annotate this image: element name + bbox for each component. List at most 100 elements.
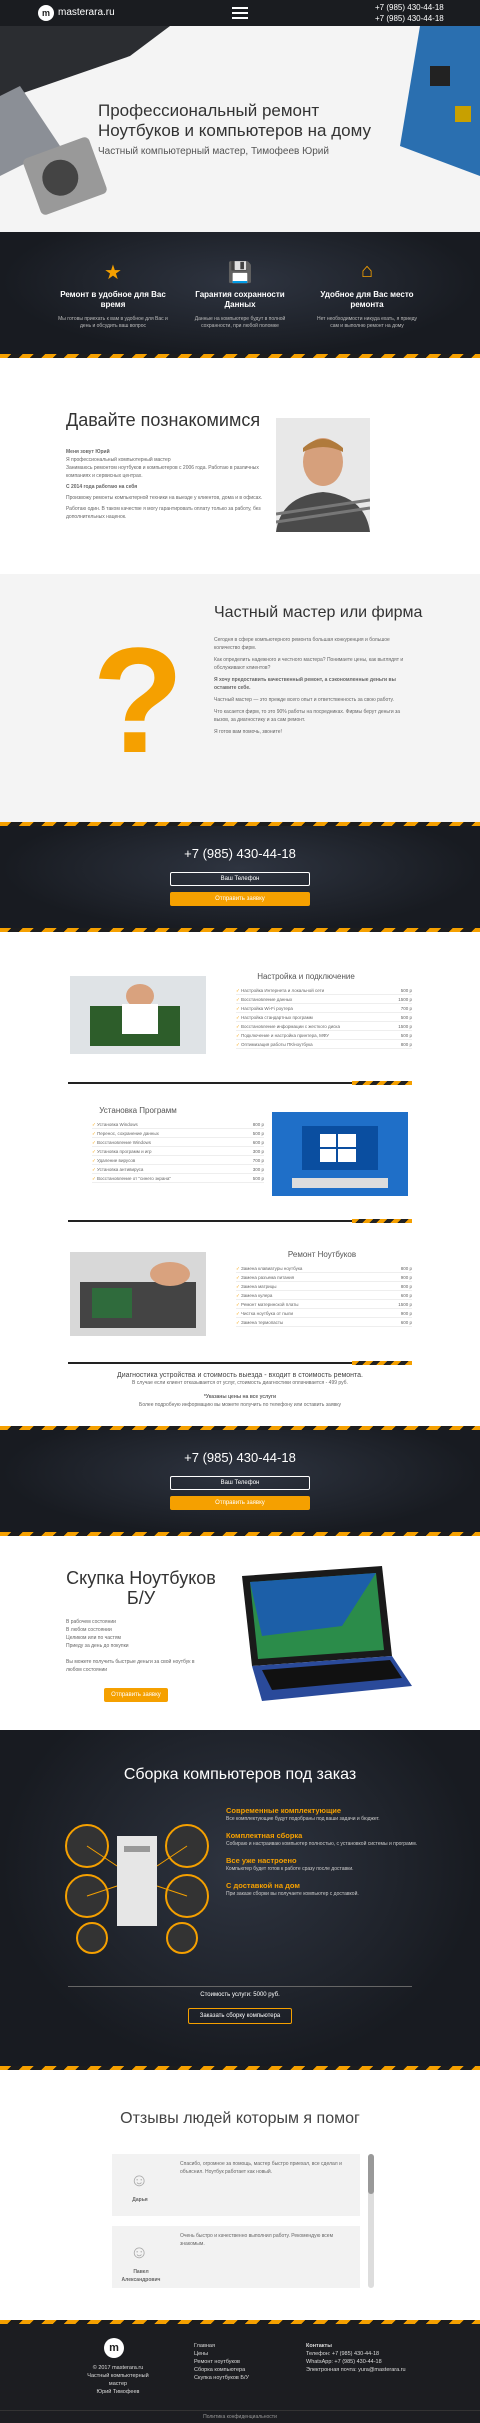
service-price: 900 р — [400, 1275, 412, 1280]
phone-input[interactable]: Ваш Телефон — [170, 872, 310, 886]
submit-button[interactable]: Отправить заявку — [170, 1496, 310, 1510]
divider — [68, 1081, 412, 1085]
logo-text[interactable]: masterara.ru — [58, 7, 115, 18]
service-price: 700 р — [252, 1158, 264, 1163]
service-name: Установка антивируса — [92, 1165, 143, 1173]
service-price: 800 р — [400, 1042, 412, 1047]
footer-link[interactable]: Скупка ноутбуков Б/У — [194, 2374, 249, 2382]
footer-link[interactable]: Ремонт ноутбуков — [194, 2358, 249, 2366]
buyup-list: В рабочем состоянии В любом состоянии Це… — [66, 1619, 195, 1673]
phone-link[interactable]: +7 (985) 430-44-18 — [375, 3, 444, 12]
repair-price-list: Замена клавиатуры ноутбука 800 р Замена ра… — [236, 1264, 412, 1327]
service-price: 500 р — [252, 1131, 264, 1136]
service-price: 800 р — [252, 1122, 264, 1127]
service-price: 500 р — [252, 1176, 264, 1181]
service-name: Восстановление данных — [236, 995, 292, 1003]
price-row: Замена термопасты 600 р — [236, 1318, 412, 1327]
service-price: 600 р — [400, 1320, 412, 1325]
phone-number[interactable]: +7 (985) 430-44-18 — [0, 1450, 480, 1465]
price-row: Восстановление от "синего экрана" 500 р — [92, 1174, 264, 1183]
footer-contacts: Контакты Телефон: +7 (985) 430-44-18 Wha… — [306, 2343, 406, 2373]
price-row: Замена разъема питания 900 р — [236, 1273, 412, 1282]
price-row: Оптимизация работы ПК/ноутбука 800 р — [236, 1040, 412, 1049]
feature-card: ★ Ремонт в удобное для Вас время Мы гото… — [58, 260, 168, 330]
footer-brand: © 2017 masterara.ru Частный компьютерный… — [87, 2365, 149, 2395]
service-name: Замена кулера — [236, 1291, 272, 1299]
price-row: Замена клавиатуры ноутбука 800 р — [236, 1264, 412, 1273]
divider — [68, 1361, 412, 1365]
install-price-list: Установка Windows 800 р Перенос, сохранени… — [92, 1120, 264, 1183]
avatar — [276, 418, 370, 532]
service-name: Установка Windows — [92, 1120, 138, 1128]
service-price: 900 р — [400, 1311, 412, 1316]
buyup-button[interactable]: Отправить заявку — [104, 1688, 168, 1702]
build-title: Сборка компьютеров под заказ — [123, 1766, 357, 1783]
feature-title: Удобное для Вас место ремонта — [320, 290, 414, 309]
service-name: Чистка ноутбука от пыли — [236, 1309, 293, 1317]
intro-section: Давайте познакомимся Меня зовут Юрий Я п… — [0, 356, 480, 574]
service-name: Настройка стандартных программ — [236, 1013, 313, 1021]
price-row: Установка программ и игр 300 р — [92, 1147, 264, 1156]
service-price: 500 р — [400, 1033, 412, 1038]
feature-text: Мы готовы приехать к вам в удобное для В… — [58, 316, 168, 329]
submit-button[interactable]: Отправить заявку — [170, 892, 310, 906]
service-price: 800 р — [400, 1266, 412, 1271]
menu-icon[interactable] — [232, 7, 248, 22]
footer-logo-icon[interactable]: m — [104, 2338, 124, 2358]
service-price: 1500 р — [398, 1302, 412, 1307]
review-card: ☺ Дарья Спасибо, огромное за помощь, мас… — [112, 2154, 360, 2216]
price-row: Восстановление данных 1500 р — [236, 995, 412, 1004]
footer-nav: Главная Цены Ремонт ноутбуков Сборка ком… — [194, 2342, 249, 2382]
top-bar: m masterara.ru +7 (985) 430-44-18 +7 (98… — [0, 0, 480, 26]
smile-icon: ☺ — [130, 2170, 149, 2190]
price-row: Восстановление Windows 600 р — [92, 1138, 264, 1147]
service-price: 300 р — [252, 1167, 264, 1172]
service-name: Замена разъема питания — [236, 1273, 294, 1281]
question-icon: ? — [98, 632, 178, 772]
feature-card: ⌂ Удобное для Вас место ремонта Нет необ… — [312, 260, 422, 330]
review-card: ☺ Павел Александрович Очень быстро и кач… — [112, 2226, 360, 2288]
services-notes: Диагностика устройства и стоимость выезд… — [116, 1372, 363, 1408]
price-row: Установка антивируса 300 р — [92, 1165, 264, 1174]
hero-title: Профессиональный ремонт Ноутбуков и комп… — [98, 101, 371, 140]
setup-title: Настройка и подключение — [257, 972, 355, 981]
laptop-repair-photo — [70, 1252, 206, 1336]
privacy-link[interactable]: Политика конфиденциальности — [0, 2410, 480, 2420]
buyup-section: Скупка Ноутбуков Б/У В рабочем состоянии… — [0, 1536, 480, 1730]
order-build-button[interactable]: Заказать сборку компьютера — [188, 2008, 292, 2024]
price-row: Удаление вирусов 700 р — [92, 1156, 264, 1165]
build-section: Сборка компьютеров под заказ Современные… — [0, 1730, 480, 2070]
service-price: 1500 р — [398, 1024, 412, 1029]
price-row: Чистка ноутбука от пыли 900 р — [236, 1309, 412, 1318]
logo-icon[interactable]: m — [38, 5, 54, 21]
service-price: 800 р — [400, 1284, 412, 1289]
phone-link[interactable]: +7 (985) 430-44-18 — [375, 14, 444, 23]
footer-link[interactable]: Цены — [194, 2350, 249, 2358]
service-name: Настройка Wi-Fi роутера — [236, 1004, 293, 1012]
home-icon: ⌂ — [360, 260, 374, 282]
phone-number[interactable]: +7 (985) 430-44-18 — [0, 846, 480, 861]
setup-price-list: Настройка Интернета и локальной сети 500 … — [236, 986, 412, 1049]
service-price: 300 р — [252, 1149, 264, 1154]
footer-link[interactable]: Сборка компьютера — [194, 2366, 249, 2374]
intro-text: Меня зовут Юрий Я профессиональный компь… — [66, 449, 263, 520]
intro-title: Давайте познакомимся — [66, 410, 261, 430]
service-name: Замена термопасты — [236, 1318, 283, 1326]
feature-title: Ремонт в удобное для Вас время — [60, 290, 166, 309]
components-collage — [65, 1824, 209, 1954]
windows-photo — [272, 1112, 408, 1196]
floppy-icon: 💾 — [227, 262, 253, 284]
service-price: 600 р — [252, 1140, 264, 1145]
hero-section: Профессиональный ремонт Ноутбуков и комп… — [0, 26, 480, 232]
price-row: Ремонт материнской платы 1500 р — [236, 1300, 412, 1309]
about-text: Сегодня в сфере компьютерного ремонта бо… — [214, 637, 404, 735]
feature-card: 💾 Гарантия сохранности Данных Данные на … — [185, 260, 295, 330]
reviews-scrollbar[interactable] — [368, 2154, 374, 2288]
service-name: Восстановление Windows — [92, 1138, 151, 1146]
price-row: Установка Windows 800 р — [92, 1120, 264, 1129]
build-price: Стоимость услуги: 5000 руб. — [200, 1992, 280, 1998]
footer-link[interactable]: Главная — [194, 2342, 249, 2350]
phone-input[interactable]: Ваш Телефон — [170, 1476, 310, 1490]
feature-text: Нет необходимости никуда ехать, я приеду… — [316, 316, 418, 329]
price-row: Настройка стандартных программ 500 р — [236, 1013, 412, 1022]
